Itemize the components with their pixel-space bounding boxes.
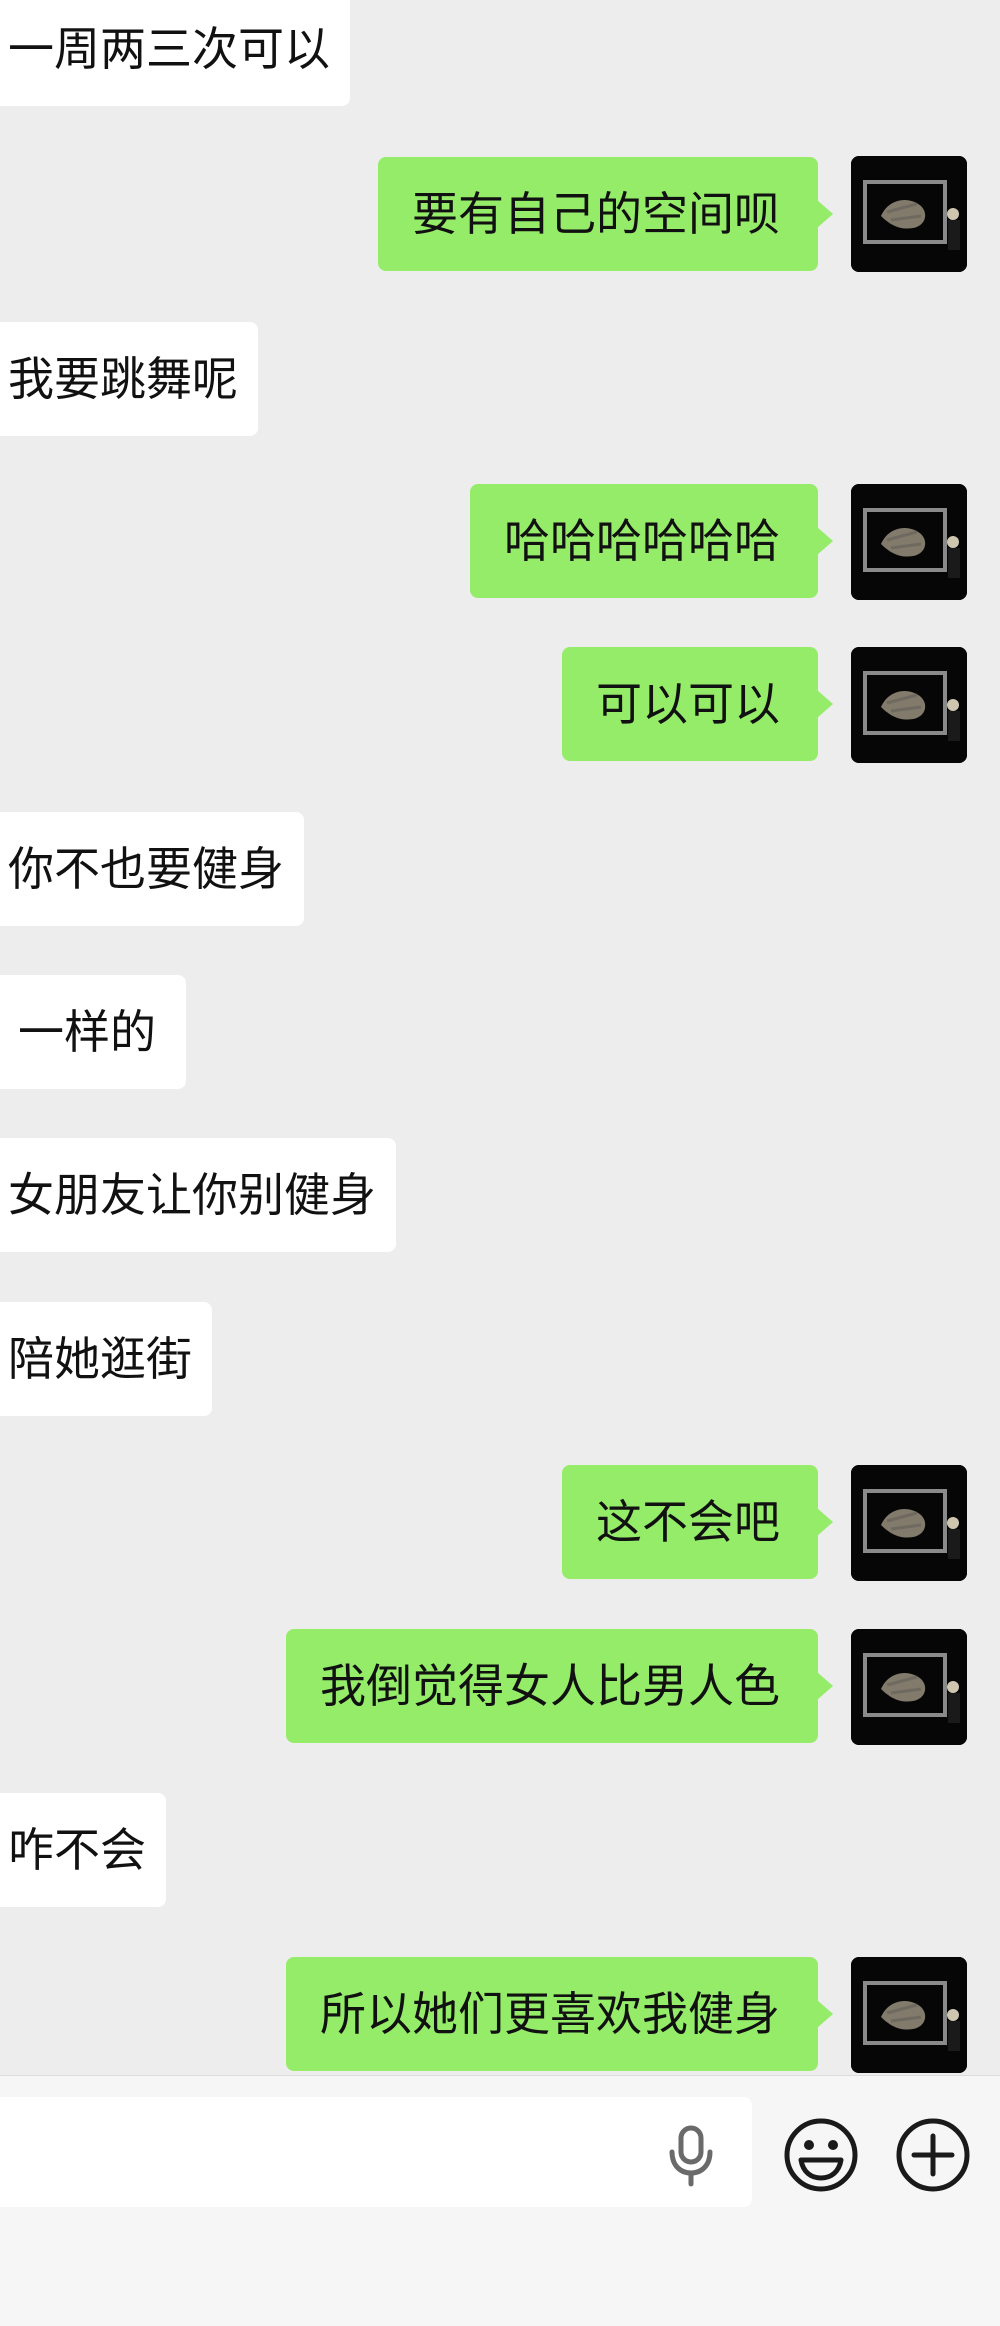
message-input[interactable]	[0, 2097, 752, 2207]
message-text: 你不也要健身	[8, 842, 284, 896]
message-bubble-received[interactable]: 陪她逛街	[0, 1302, 212, 1416]
message-bubble-received[interactable]: 一周两三次可以	[0, 0, 350, 106]
user-avatar[interactable]	[851, 1465, 967, 1581]
message-text: 陪她逛街	[8, 1332, 192, 1386]
user-avatar[interactable]	[851, 647, 967, 763]
avatar-image-icon	[851, 484, 967, 600]
emoji-icon[interactable]	[782, 2116, 860, 2194]
message-text: 一样的	[18, 1005, 156, 1059]
message-bubble-sent[interactable]: 我倒觉得女人比男人色	[286, 1629, 833, 1743]
chat-screen: 一周两三次可以 要有自己的空间呗 我要跳舞呢 哈哈哈哈哈哈 可以可以 你不也要健…	[0, 0, 1000, 2326]
message-text: 这不会吧	[596, 1495, 780, 1549]
user-avatar[interactable]	[851, 1957, 967, 2073]
message-input-bar	[0, 2075, 1000, 2326]
message-text: 女朋友让你别健身	[8, 1168, 376, 1222]
avatar-image-icon	[851, 1629, 967, 1745]
message-text: 要有自己的空间呗	[412, 187, 780, 241]
message-text: 一周两三次可以	[8, 22, 330, 76]
message-bubble-sent[interactable]: 所以她们更喜欢我健身	[286, 1957, 833, 2071]
message-bubble-received[interactable]: 咋不会	[0, 1793, 166, 1907]
message-list[interactable]: 一周两三次可以 要有自己的空间呗 我要跳舞呢 哈哈哈哈哈哈 可以可以 你不也要健…	[0, 0, 1000, 2075]
message-text: 哈哈哈哈哈哈	[504, 514, 780, 568]
avatar-image-icon	[851, 1465, 967, 1581]
message-bubble-received[interactable]: 我要跳舞呢	[0, 322, 258, 436]
message-bubble-sent[interactable]: 可以可以	[562, 647, 833, 761]
message-bubble-sent[interactable]: 哈哈哈哈哈哈	[470, 484, 833, 598]
message-bubble-received[interactable]: 一样的	[0, 975, 186, 1089]
avatar-image-icon	[851, 156, 967, 272]
user-avatar[interactable]	[851, 1629, 967, 1745]
message-text: 我倒觉得女人比男人色	[320, 1659, 780, 1713]
message-text: 可以可以	[596, 677, 780, 731]
message-bubble-received[interactable]: 你不也要健身	[0, 812, 304, 926]
user-avatar[interactable]	[851, 484, 967, 600]
message-bubble-received[interactable]: 女朋友让你别健身	[0, 1138, 396, 1252]
message-bubble-sent[interactable]: 这不会吧	[562, 1465, 833, 1579]
avatar-image-icon	[851, 647, 967, 763]
message-bubble-sent[interactable]: 要有自己的空间呗	[378, 157, 833, 271]
avatar-image-icon	[851, 1957, 967, 2073]
voice-mic-icon[interactable]	[665, 2124, 717, 2188]
message-text: 咋不会	[8, 1823, 146, 1877]
plus-icon[interactable]	[894, 2116, 972, 2194]
message-text: 所以她们更喜欢我健身	[320, 1987, 780, 2041]
user-avatar[interactable]	[851, 156, 967, 272]
message-text: 我要跳舞呢	[8, 352, 238, 406]
